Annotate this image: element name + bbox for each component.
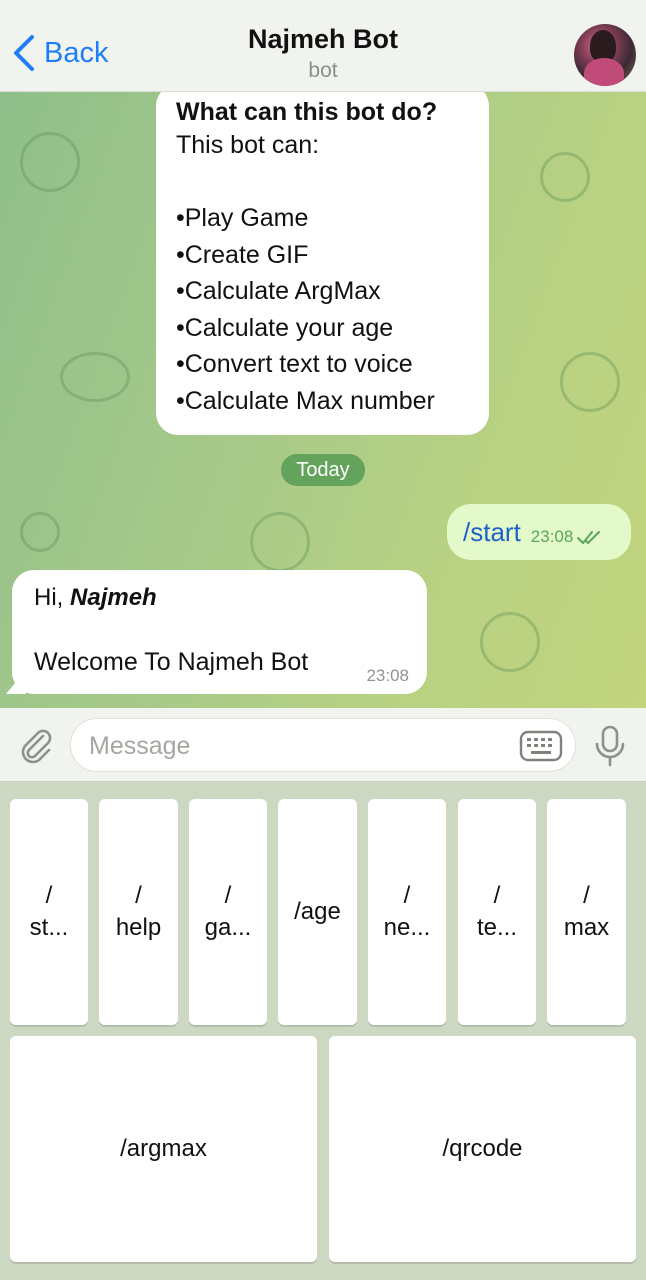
info-card-title: What can this bot do?: [176, 98, 438, 126]
info-card-item: •Calculate Max number: [176, 386, 435, 415]
message-time: 23:08: [530, 527, 574, 546]
info-card-spacer: [176, 164, 469, 201]
microphone-icon[interactable]: [592, 724, 628, 768]
incoming-greeting-line: Hi, Najmeh: [34, 584, 405, 612]
key-label: / te...: [476, 882, 518, 941]
incoming-greeting: Hi,: [34, 584, 64, 611]
key-label: / ga...: [204, 882, 252, 941]
keyboard-button-qrcode[interactable]: /qrcode: [329, 1036, 636, 1262]
wallpaper-doodle: [250, 512, 310, 572]
paperclip-icon[interactable]: [16, 726, 54, 764]
chat-title-block[interactable]: Najmeh Bot bot: [0, 24, 646, 83]
keyboard-icon[interactable]: [519, 730, 563, 762]
keyboard-button-text[interactable]: / te...: [458, 799, 536, 1025]
keyboard-button-age[interactable]: /age: [278, 799, 357, 1025]
message-input[interactable]: [89, 727, 509, 765]
key-label: /qrcode: [442, 1135, 523, 1162]
date-separator: Today: [281, 454, 365, 486]
wallpaper-doodle: [20, 132, 80, 192]
key-label: / max: [563, 882, 610, 941]
outgoing-message-text: /start: [463, 516, 521, 547]
chat-area[interactable]: What can this bot do? This bot can: •Pla…: [0, 92, 646, 708]
key-label: /age: [294, 898, 341, 925]
keyboard-button-game[interactable]: / ga...: [189, 799, 267, 1025]
message-field[interactable]: [70, 718, 576, 772]
info-card-item: •Calculate your age: [176, 313, 394, 342]
keyboard-button-help[interactable]: / help: [99, 799, 178, 1025]
double-check-icon: [577, 531, 601, 544]
chat-subtitle: bot: [308, 59, 338, 82]
incoming-message-text: Welcome To Najmeh Bot: [34, 648, 309, 676]
bot-reply-keyboard: / st... / help / ga... /age / ne... / te... /…: [0, 783, 646, 1280]
chat-header: Back Najmeh Bot bot: [0, 0, 646, 92]
info-card-item: •Convert text to voice: [176, 350, 413, 378]
key-label: / st...: [29, 882, 69, 941]
info-card-item: •Calculate ArgMax: [176, 277, 381, 305]
keyboard-button-argmax[interactable]: /argmax: [10, 1036, 317, 1262]
wallpaper-doodle: [60, 352, 130, 402]
info-card-item: •Play Game: [176, 204, 309, 232]
info-card-intro: This bot can:: [176, 131, 320, 159]
wallpaper-doodle: [540, 152, 590, 202]
avatar-body: [584, 58, 624, 86]
info-card-item: •Create GIF: [176, 240, 309, 269]
composer-bar: [0, 708, 646, 782]
incoming-message[interactable]: Hi, Najmeh Welcome To Najmeh Bot 23:08: [12, 570, 427, 694]
avatar[interactable]: [574, 24, 636, 86]
key-label: /argmax: [120, 1135, 207, 1162]
wallpaper-doodle: [560, 352, 620, 412]
keyboard-button-start[interactable]: / st...: [10, 799, 88, 1025]
keyboard-button-max[interactable]: / max: [547, 799, 626, 1025]
keyboard-button-new[interactable]: / ne...: [368, 799, 446, 1025]
incoming-user-name: Najmeh: [70, 584, 157, 611]
key-label: / help: [115, 882, 162, 941]
wallpaper-doodle: [20, 512, 60, 552]
wallpaper-doodle: [480, 612, 540, 672]
bot-info-card: What can this bot do? This bot can: •Pla…: [156, 92, 489, 435]
message-time: 23:08: [366, 666, 409, 685]
outgoing-message[interactable]: /start 23:08: [447, 504, 631, 560]
key-label: / ne...: [383, 882, 431, 941]
chat-title: Najmeh Bot: [247, 24, 399, 54]
